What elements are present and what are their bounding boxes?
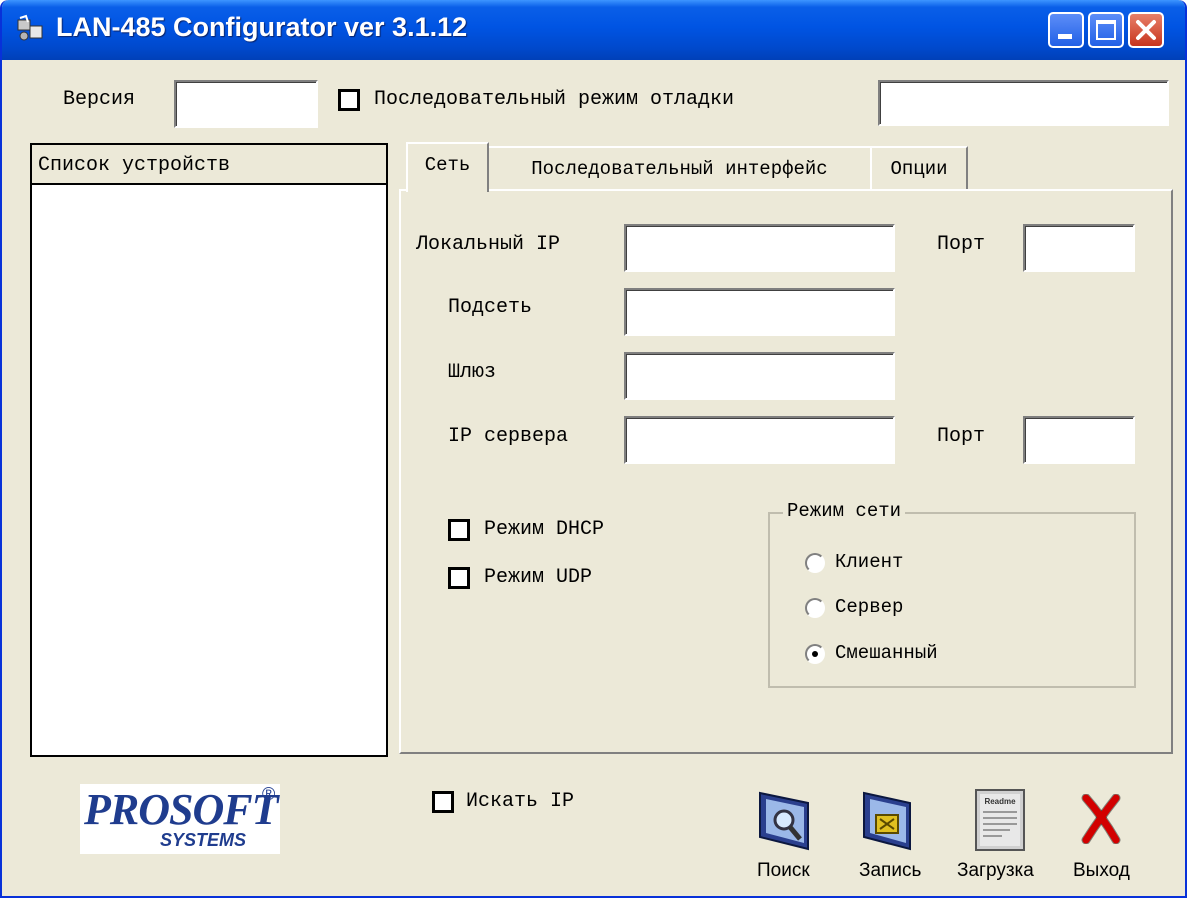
gateway-field[interactable]	[624, 352, 895, 400]
mixed-radio-label: Смешанный	[835, 642, 938, 664]
tab-network[interactable]: Сеть	[406, 142, 489, 192]
server-ip-field[interactable]	[624, 416, 895, 464]
network-mode-group-title: Режим сети	[783, 500, 906, 522]
maximize-icon	[1096, 20, 1116, 40]
search-ip-label: Искать IP	[466, 790, 575, 813]
local-ip-label: Локальный IP	[416, 233, 561, 256]
server-port-label: Порт	[937, 425, 986, 448]
exit-button-label: Выход	[1073, 860, 1130, 881]
local-port-label: Порт	[937, 233, 986, 256]
device-list-header-label: Список устройств	[38, 154, 231, 177]
server-radio-label: Сервер	[835, 596, 904, 618]
title-bar[interactable]: LAN-485 Configurator ver 3.1.12	[2, 0, 1185, 60]
server-radio[interactable]	[805, 598, 825, 618]
search-monitor-icon	[759, 791, 809, 851]
udp-checkbox[interactable]	[448, 567, 470, 589]
mixed-radio[interactable]	[805, 644, 825, 664]
server-ip-label: IP сервера	[448, 425, 569, 448]
gateway-label: Шлюз	[448, 361, 497, 384]
server-port-field[interactable]	[1023, 416, 1135, 464]
subnet-field[interactable]	[624, 288, 895, 336]
readme-icon-text: Readme	[984, 797, 1016, 806]
prosoft-logo: PROSOFT ® SYSTEMS	[80, 784, 280, 854]
tab-serial-interface-label: Последовательный интерфейс	[531, 158, 828, 180]
readme-document-icon: Readme	[975, 789, 1025, 851]
udp-label: Режим UDP	[484, 566, 593, 589]
minimize-button[interactable]	[1048, 12, 1084, 48]
tab-serial-interface[interactable]: Последовательный интерфейс	[487, 146, 872, 190]
tab-network-label: Сеть	[424, 154, 471, 176]
device-list[interactable]: Список устройств	[30, 143, 388, 757]
debug-output-field[interactable]	[878, 80, 1169, 126]
logo-registered-mark: ®	[262, 784, 276, 804]
app-icon	[17, 14, 43, 41]
client-radio[interactable]	[805, 553, 825, 573]
debug-checkbox[interactable]	[338, 89, 360, 111]
window-title: LAN-485 Configurator ver 3.1.12	[56, 12, 468, 42]
debug-checkbox-label: Последовательный режим отладки	[374, 88, 735, 111]
local-port-field[interactable]	[1023, 224, 1135, 272]
close-icon	[1136, 20, 1156, 40]
write-button-label: Запись	[859, 860, 922, 881]
radio-selected-dot	[812, 651, 818, 657]
maximize-button[interactable]	[1088, 12, 1124, 48]
dhcp-label: Режим DHCP	[484, 518, 605, 541]
subnet-label: Подсеть	[448, 296, 533, 319]
close-button[interactable]	[1128, 12, 1164, 48]
device-list-header[interactable]: Список устройств	[32, 145, 386, 185]
app-window: LAN-485 Configurator ver 3.1.12 Версия П…	[0, 0, 1187, 898]
minimize-icon	[1058, 34, 1072, 39]
logo-sub-text: SYSTEMS	[160, 830, 247, 850]
load-button-label: Загрузка	[957, 860, 1034, 881]
write-monitor-icon	[863, 791, 911, 851]
local-ip-field[interactable]	[624, 224, 895, 272]
dhcp-checkbox[interactable]	[448, 519, 470, 541]
search-button-label: Поиск	[757, 860, 810, 881]
logo-main-text: PROSOFT	[84, 785, 278, 834]
version-field[interactable]	[174, 80, 318, 128]
search-ip-checkbox[interactable]	[432, 791, 454, 813]
network-mode-group	[768, 512, 1136, 688]
red-x-icon	[1081, 794, 1121, 844]
tab-options[interactable]: Опции	[870, 146, 968, 190]
client-radio-label: Клиент	[835, 551, 904, 573]
version-label: Версия	[63, 88, 136, 111]
tab-options-label: Опции	[890, 158, 948, 180]
